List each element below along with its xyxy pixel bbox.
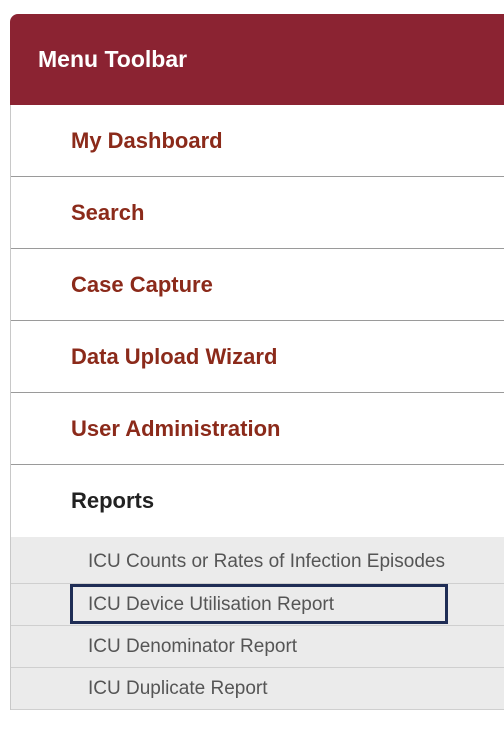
- submenu-item-icu-denominator[interactable]: ICU Denominator Report: [11, 626, 504, 668]
- submenu-item-icu-counts-or-rates[interactable]: ICU Counts or Rates of Infection Episode…: [11, 541, 504, 584]
- menu-toolbar-title: Menu Toolbar: [38, 46, 188, 72]
- menu-item-label: My Dashboard: [71, 127, 223, 153]
- menu-item-case-capture[interactable]: Case Capture: [11, 249, 504, 321]
- menu-item-label: Case Capture: [71, 271, 213, 297]
- submenu-item-label: ICU Device Utilisation Report: [88, 593, 335, 615]
- menu-item-label: Data Upload Wizard: [71, 343, 278, 369]
- menu-item-my-dashboard[interactable]: My Dashboard: [11, 105, 504, 177]
- menu-item-data-upload-wizard[interactable]: Data Upload Wizard: [11, 321, 504, 393]
- reports-submenu: ICU Counts or Rates of Infection Episode…: [11, 537, 504, 710]
- menu-list: My Dashboard Search Case Capture Data Up…: [10, 105, 504, 710]
- menu-item-search[interactable]: Search: [11, 177, 504, 249]
- submenu-item-icu-device-utilisation[interactable]: ICU Device Utilisation Report: [11, 584, 504, 626]
- menu-item-label: User Administration: [71, 415, 281, 441]
- menu-item-label: Reports: [71, 488, 155, 513]
- menu-toolbar-panel: Menu Toolbar My Dashboard Search Case Ca…: [10, 14, 504, 740]
- submenu-item-label: ICU Duplicate Report: [88, 677, 268, 699]
- menu-item-label: Search: [71, 199, 145, 225]
- submenu-item-label: ICU Counts or Rates of Infection Episode…: [88, 551, 445, 572]
- submenu-item-label: ICU Denominator Report: [88, 635, 298, 657]
- menu-item-reports[interactable]: Reports: [11, 465, 504, 537]
- menu-item-user-administration[interactable]: User Administration: [11, 393, 504, 465]
- submenu-item-icu-duplicate[interactable]: ICU Duplicate Report: [11, 668, 504, 710]
- menu-toolbar-header: Menu Toolbar: [10, 14, 504, 105]
